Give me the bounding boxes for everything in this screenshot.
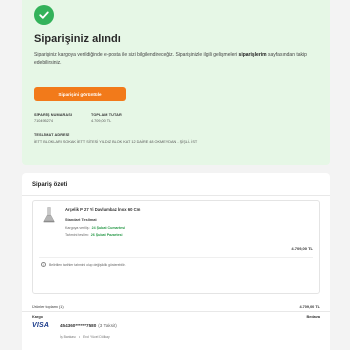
separator-dot: • <box>78 335 81 339</box>
shipped-date: 24 Şubat Cumartesi <box>91 226 126 230</box>
payment-details: İş Bankası • Erol Yücel Dölkay <box>60 335 110 339</box>
order-total-label: TOPLAM TUTAR <box>91 113 122 117</box>
order-number-label: SİPARİŞ NUMARASI <box>34 113 73 117</box>
bank-name: İş Bankası <box>60 335 76 339</box>
product-thumbnail-icon[interactable] <box>43 207 55 223</box>
item-price: 4.709,00 TL <box>291 246 313 251</box>
order-total-value: 4.709,00 TL <box>91 119 112 123</box>
view-order-button[interactable]: Siparişini görüntüle <box>34 87 126 101</box>
shipping-type: Standart Teslimat <box>65 218 97 222</box>
delivery-row: Tahmini teslim: 26 Şubat Pazartesi <box>65 233 123 237</box>
products-total-label: Ürünler toplamı (1) <box>32 305 64 309</box>
success-title: Siparişiniz alındı <box>34 33 121 45</box>
item-divider <box>39 257 313 258</box>
orders-link[interactable]: siparişlerim <box>239 52 267 58</box>
products-total-value: 4.709,00 TL <box>299 305 320 309</box>
delivery-address-value: İETT BLOKLARI SOKAK İETT SİTESİ YILDIZ B… <box>34 140 198 144</box>
installments: (3 Taksit) <box>98 323 117 328</box>
card-number-value: 454360******7580 <box>60 323 97 328</box>
success-description: Siparişiniz kargoya verildiğinde e-posta… <box>34 52 326 68</box>
card-number: 454360******7580 (3 Taksit) <box>60 323 117 328</box>
order-number-value: 710495274 <box>34 119 54 123</box>
success-desc-prefix: Siparişiniz kargoya verildiğinde e-posta… <box>34 52 239 58</box>
date-disclaimer: Belirtilen tarihler tahmini olup değişik… <box>49 263 126 267</box>
order-confirmation-page: Siparişiniz alındı Siparişiniz kargoya v… <box>0 0 350 350</box>
delivery-address-label: TESLİMAT ADRESİ <box>34 133 70 137</box>
order-summary-title: Sipariş özeti <box>32 182 68 188</box>
payment-divider <box>22 311 330 312</box>
order-success-card: Siparişiniz alındı Siparişiniz kargoya v… <box>22 0 330 165</box>
divider <box>22 195 330 196</box>
card-holder: Erol Yücel Dölkay <box>83 335 110 339</box>
visa-logo-icon: VISA <box>32 322 50 329</box>
delivery-label: Tahmini teslim: <box>65 233 89 237</box>
info-icon: i <box>41 262 46 267</box>
success-check-icon <box>34 5 54 25</box>
product-name[interactable]: Arçelik P 27 Yi Davlumbaz İnox 60 Cm <box>65 207 140 212</box>
shipped-label: Kargoya veriliş: <box>65 226 90 230</box>
order-item: Arçelik P 27 Yi Davlumbaz İnox 60 Cm Sta… <box>32 200 320 294</box>
payment-section: VISA 454360******7580 (3 Taksit) İş Banka… <box>22 311 330 350</box>
delivery-date: 26 Şubat Pazartesi <box>90 233 123 237</box>
shipped-row: Kargoya veriliş: 24 Şubat Cumartesi <box>65 226 125 230</box>
